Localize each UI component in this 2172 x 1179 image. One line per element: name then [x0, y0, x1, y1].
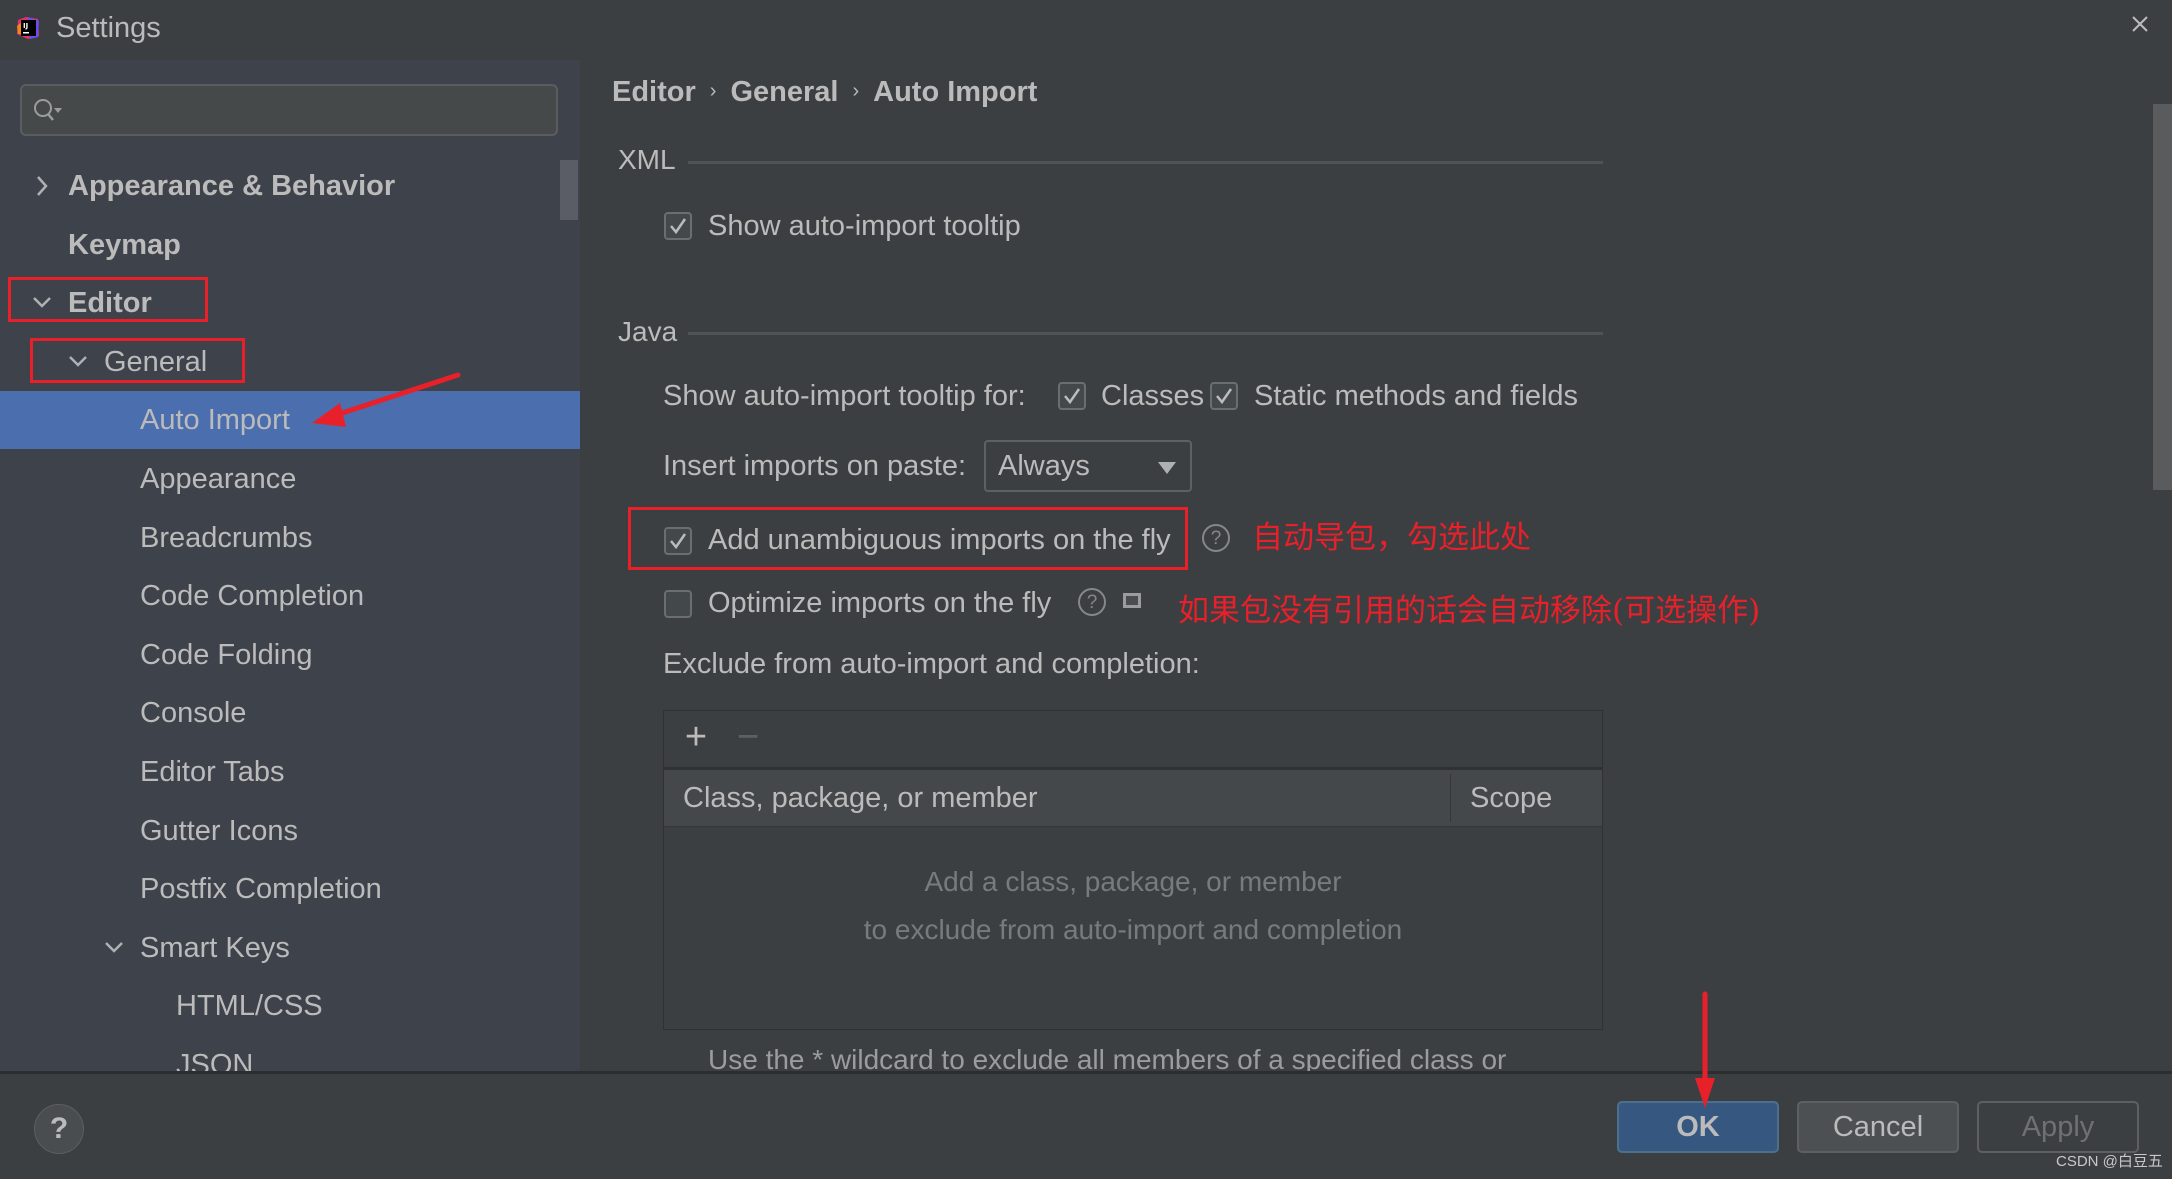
sidebar-item-editor[interactable]: Editor — [0, 274, 580, 332]
dropdown-arrow-icon — [1158, 462, 1176, 474]
checkmark-icon — [670, 533, 687, 550]
annotation-arrow-down-icon — [1695, 991, 1715, 1108]
search-icon — [34, 99, 62, 121]
sidebar-item-label: Console — [140, 697, 247, 730]
help-icon[interactable]: ? — [1078, 588, 1106, 616]
sidebar-item-editor-tabs[interactable]: Editor Tabs — [0, 743, 580, 801]
optimize-imports-checkbox[interactable] — [664, 590, 692, 618]
column-header-scope[interactable]: Scope — [1470, 782, 1552, 815]
table-header: Class, package, or member Scope — [664, 770, 1602, 827]
static-members-label: Static methods and fields — [1254, 380, 1579, 412]
sidebar-item-keymap[interactable]: Keymap — [0, 216, 580, 274]
classes-checkbox[interactable] — [1058, 382, 1086, 410]
optimize-imports-label: Optimize imports on the fly — [708, 587, 1052, 619]
sidebar-item-general[interactable]: General — [0, 333, 580, 391]
section-divider — [688, 332, 1603, 335]
sidebar-item-breadcrumbs[interactable]: Breadcrumbs — [0, 509, 580, 567]
annotation-arrow-icon — [312, 372, 461, 427]
help-button[interactable]: ? — [34, 1104, 84, 1154]
sidebar-item-label: Postfix Completion — [140, 873, 382, 906]
empty-state-line1: Add a class, package, or member — [924, 866, 1342, 897]
annotation-optimize-note: 如果包没有引用的话会自动移除(可选操作) — [1178, 593, 1761, 629]
empty-state-line2: to exclude from auto-import and completi… — [863, 914, 1403, 945]
sidebar-item-label: Keymap — [68, 228, 181, 261]
column-divider[interactable] — [1450, 774, 1451, 822]
classes-label: Classes — [1101, 380, 1205, 412]
dialog-footer: ? OK Cancel Apply — [0, 1071, 2172, 1179]
svg-text:IJ: IJ — [23, 22, 28, 30]
settings-sidebar: Appearance & Behavior Keymap Editor General… — [0, 60, 580, 1071]
insert-on-paste-label: Insert imports on paste: — [663, 450, 967, 482]
chevron-down-icon[interactable] — [66, 333, 90, 391]
sidebar-item-postfix-completion[interactable]: Postfix Completion — [0, 860, 580, 918]
title-bar: IJ Settings — [0, 0, 2172, 60]
window-title: Settings — [56, 12, 161, 44]
sidebar-item-auto-import[interactable]: Auto Import — [0, 391, 580, 450]
sidebar-item-html-css[interactable]: HTML/CSS — [0, 977, 580, 1035]
breadcrumb-item: Auto Import — [873, 76, 1038, 108]
static-members-checkbox[interactable] — [1210, 382, 1238, 410]
exclude-table: + − Class, package, or member Scope Add … — [663, 710, 1603, 1030]
sidebar-item-label: HTML/CSS — [176, 990, 323, 1023]
sidebar-item-label: Appearance — [140, 463, 297, 495]
chevron-right-icon[interactable] — [30, 157, 54, 215]
sidebar-item-code-folding[interactable]: Code Folding — [0, 626, 580, 684]
chevron-down-icon[interactable] — [102, 919, 126, 977]
annotation-auto-import-note: 自动导包，勾选此处 — [1252, 520, 1531, 556]
sidebar-item-label: Appearance & Behavior — [68, 170, 396, 202]
help-icon[interactable]: ? — [1202, 524, 1230, 552]
sidebar-item-label: Breadcrumbs — [140, 521, 313, 554]
sidebar-item-json[interactable]: JSON — [0, 1036, 580, 1071]
chevron-down-icon[interactable] — [30, 274, 54, 332]
sidebar-item-label: Smart Keys — [140, 931, 290, 964]
sidebar-item-label: Editor — [68, 287, 152, 320]
tooltip-for-label: Show auto-import tooltip for: — [663, 380, 1026, 412]
cancel-button[interactable]: Cancel — [1797, 1101, 1959, 1153]
section-title-xml: XML — [618, 144, 676, 175]
sidebar-item-label: JSON — [176, 1049, 254, 1071]
sidebar-item-label: Gutter Icons — [140, 814, 298, 847]
remove-button[interactable]: − — [728, 717, 768, 757]
sidebar-item-label: Code Completion — [140, 580, 365, 613]
close-icon[interactable] — [2124, 8, 2156, 40]
dropdown-value: Always — [998, 450, 1090, 482]
intellij-idea-icon: IJ — [17, 17, 39, 39]
show-tooltip-xml-label: Show auto-import tooltip — [708, 210, 1021, 242]
breadcrumb: Editor › General › Auto Import — [612, 76, 1037, 109]
breadcrumb-item: General — [730, 76, 839, 108]
checkmark-icon — [1064, 388, 1081, 405]
apply-button[interactable]: Apply — [1977, 1101, 2139, 1153]
add-button[interactable]: + — [676, 717, 716, 757]
sidebar-item-gutter-icons[interactable]: Gutter Icons — [0, 802, 580, 860]
exclude-toolbar: + − — [664, 711, 1602, 770]
add-unambiguous-imports-checkbox[interactable] — [664, 527, 692, 555]
sidebar-item-label: Code Folding — [140, 638, 313, 671]
sidebar-item-label: Auto Import — [140, 404, 290, 437]
screen-settings-icon[interactable] — [1122, 591, 1142, 611]
sidebar-item-appearance-behavior[interactable]: Appearance & Behavior — [0, 157, 580, 215]
search-input[interactable] — [20, 84, 558, 136]
content-scrollbar[interactable] — [2153, 104, 2172, 490]
sidebar-item-label: General — [104, 345, 208, 378]
add-unambiguous-imports-label: Add unambiguous imports on the fly — [708, 524, 1171, 556]
insert-on-paste-dropdown[interactable]: Always — [984, 440, 1192, 492]
sidebar-item-smart-keys[interactable]: Smart Keys — [0, 919, 580, 977]
watermark: CSDN @白豆五 — [2056, 1153, 2163, 1170]
breadcrumb-separator: › — [852, 80, 860, 102]
section-divider — [688, 161, 1603, 164]
column-header-class[interactable]: Class, package, or member — [683, 782, 1038, 815]
sidebar-item-console[interactable]: Console — [0, 684, 580, 742]
show-tooltip-xml-checkbox[interactable] — [664, 212, 692, 240]
exclude-label: Exclude from auto-import and completion: — [663, 648, 1200, 680]
breadcrumb-item: Editor — [612, 76, 696, 108]
checkmark-icon — [670, 218, 687, 235]
checkmark-icon — [1216, 388, 1233, 405]
sidebar-item-appearance[interactable]: Appearance — [0, 450, 580, 508]
breadcrumb-separator: › — [709, 80, 717, 102]
sidebar-item-label: Editor Tabs — [140, 756, 285, 788]
sidebar-item-code-completion[interactable]: Code Completion — [0, 567, 580, 625]
section-title-java: Java — [618, 316, 678, 347]
